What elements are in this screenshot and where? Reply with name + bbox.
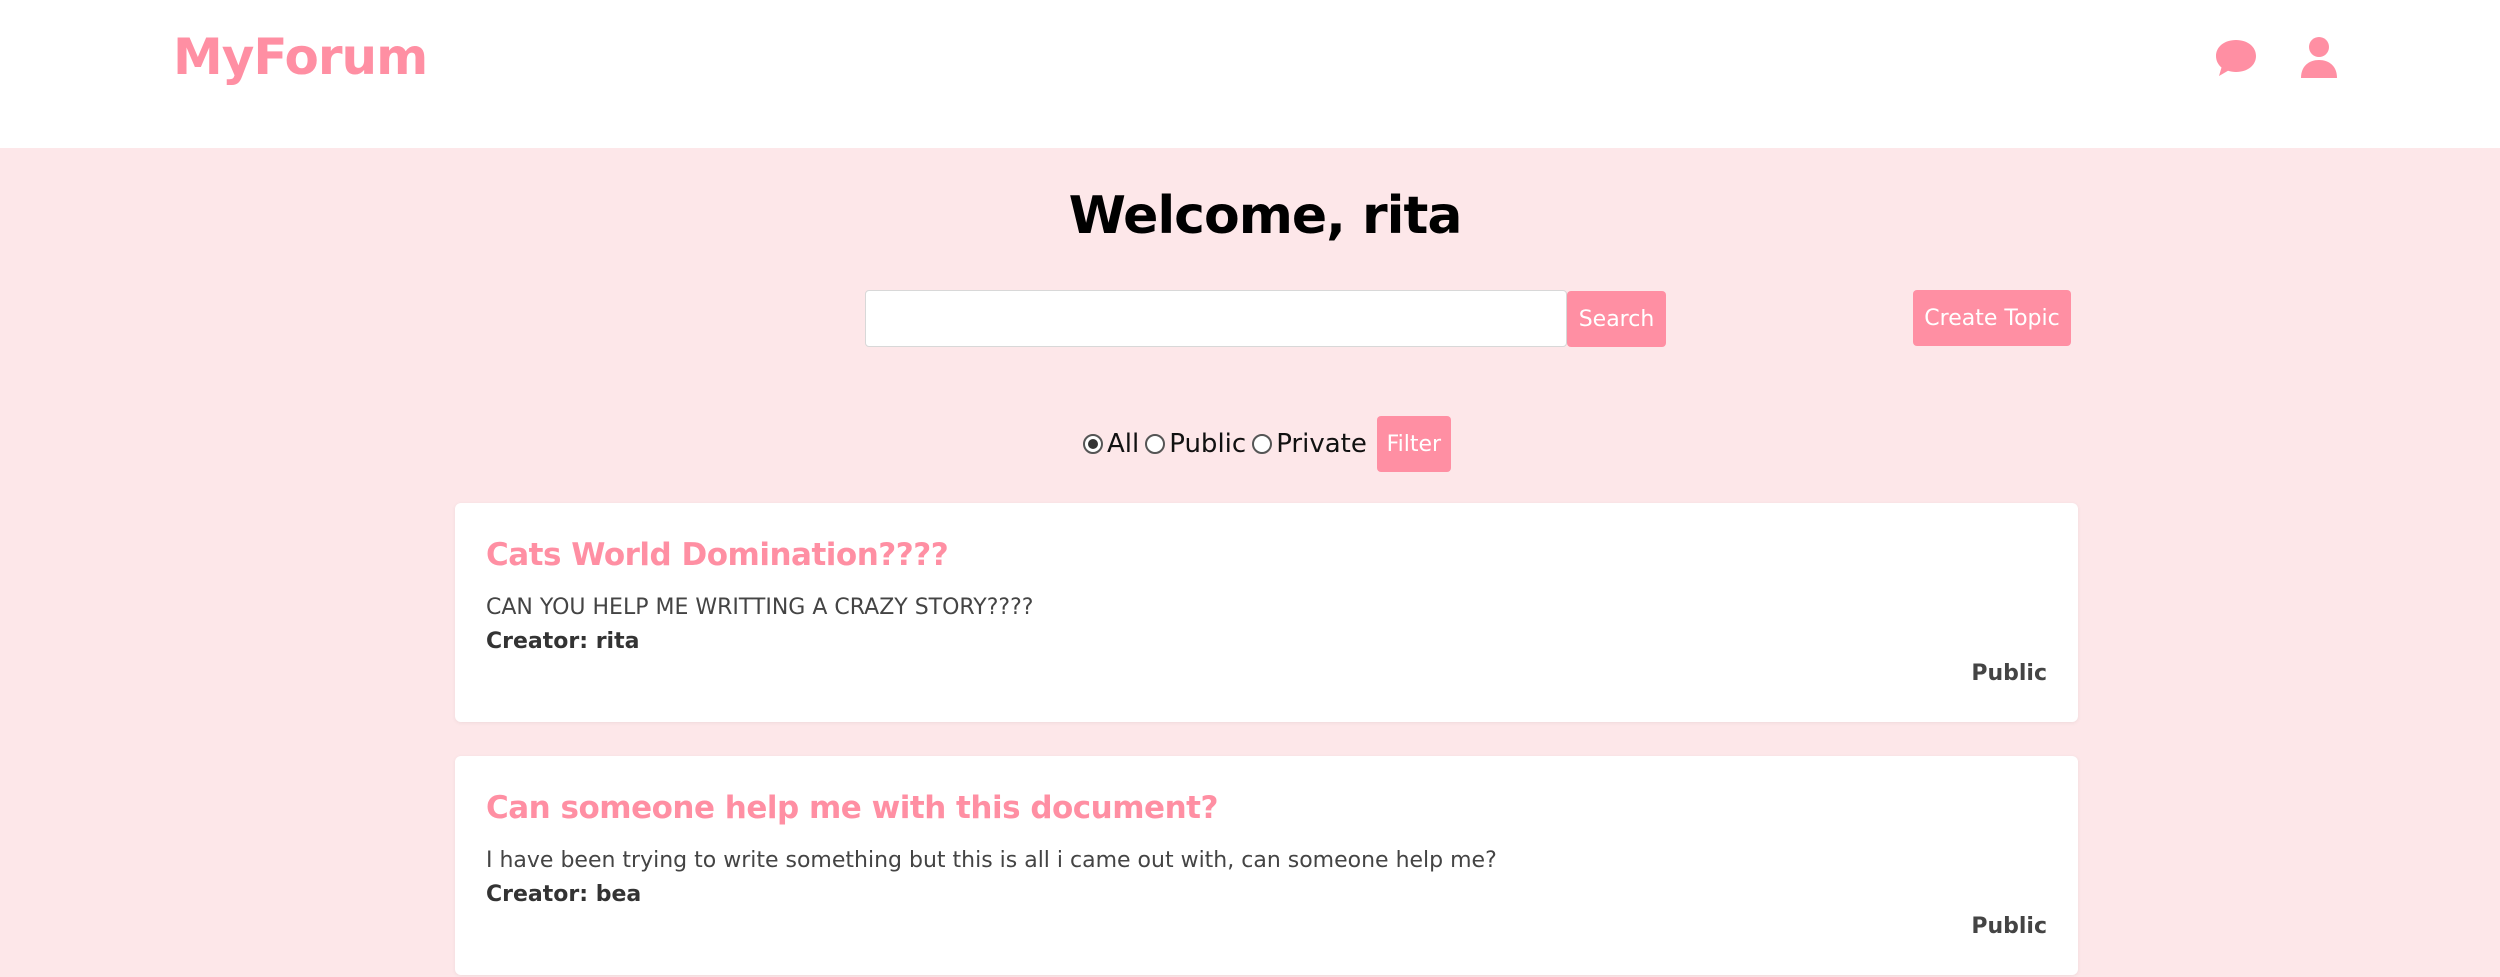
filter-radio-all[interactable]: All [1083,429,1139,459]
topic-creator: Creator: bea [486,882,642,907]
topic-visibility-badge: Public [1971,661,2047,686]
topic-creator: Creator: rita [486,629,640,654]
filter-bar: All Public Private Filter [1083,416,1451,472]
filter-label-all: All [1107,429,1140,459]
topic-title[interactable]: Cats World Domination???? [486,537,949,573]
radio-button[interactable] [1145,434,1166,454]
user-icon[interactable] [2295,34,2343,82]
filter-radio-private[interactable]: Private [1252,429,1367,459]
topic-visibility-badge: Public [1971,914,2047,939]
radio-button-checked[interactable] [1083,434,1103,454]
topic-card[interactable]: Can someone help me with this document? … [455,756,2078,975]
filter-button[interactable]: Filter [1376,416,1451,472]
main-content: Welcome, rita Search Create Topic All Pu… [0,148,2500,977]
search-button[interactable]: Search [1567,291,1666,347]
filter-radio-public[interactable]: Public [1145,429,1246,459]
create-topic-button[interactable]: Create Topic [1913,290,2071,346]
radio-button[interactable] [1252,434,1273,454]
site-header: MyForum [0,0,2500,148]
filter-label-public: Public [1169,429,1247,459]
topic-title[interactable]: Can someone help me with this document? [486,790,1218,826]
site-logo[interactable]: MyForum [173,28,428,86]
search-input[interactable] [865,290,1567,347]
page-title: Welcome, rita [1068,186,1463,246]
topic-card[interactable]: Cats World Domination???? CAN YOU HELP M… [455,503,2078,722]
filter-label-private: Private [1276,429,1367,459]
topic-description: CAN YOU HELP ME WRITTING A CRAZY STORY??… [486,595,1034,620]
topic-description: I have been trying to write something bu… [486,848,1497,873]
chat-bubble-icon[interactable] [2212,34,2260,82]
